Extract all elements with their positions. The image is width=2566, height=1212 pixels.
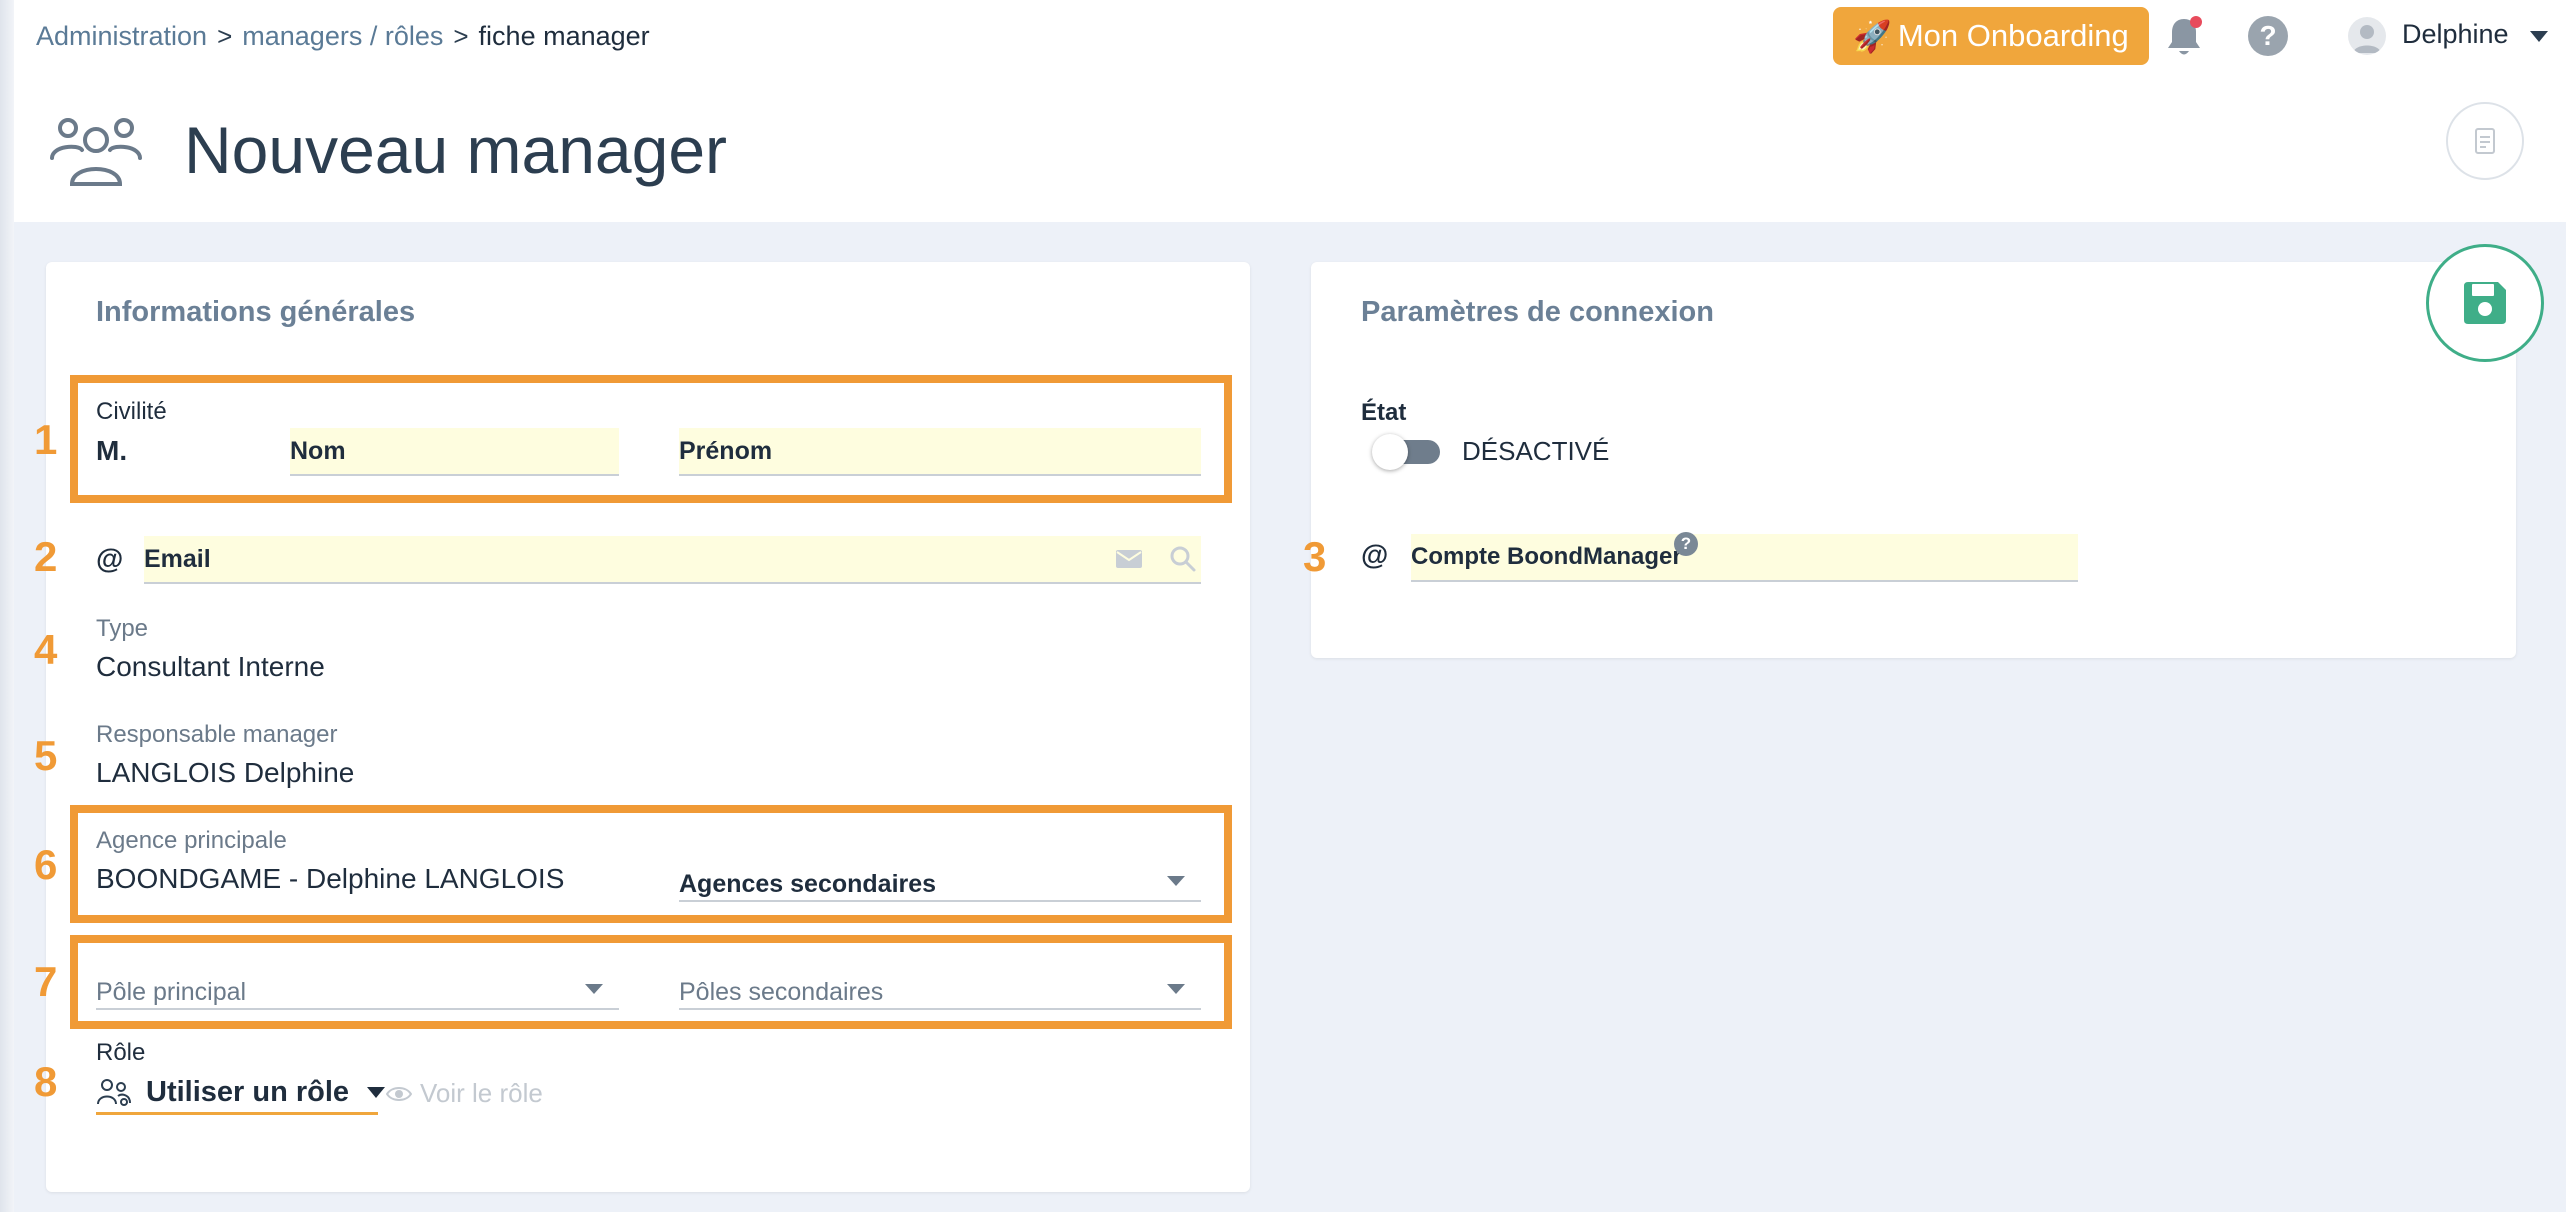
floppy-disk-icon	[2464, 282, 2506, 324]
chevron-down-icon	[1167, 984, 1185, 994]
pole-principal-label: Pôle principal	[96, 977, 247, 1006]
compte-boondmanager-label: Compte BoondManager	[1411, 543, 1682, 570]
responsable-label: Responsable manager	[96, 721, 338, 748]
page-title: Nouveau manager	[184, 113, 728, 187]
user-name[interactable]: Delphine	[2402, 16, 2509, 52]
onboarding-label: Mon Onboarding	[1897, 18, 2129, 53]
poles-secondaires-label: Pôles secondaires	[679, 977, 884, 1006]
civilite-label: Civilité	[96, 398, 167, 425]
compte-help-icon[interactable]: ?	[1674, 532, 1698, 556]
notifications-bell-icon[interactable]	[2163, 14, 2205, 60]
annotation-number: 7	[34, 958, 58, 1005]
annotation-number: 8	[34, 1058, 58, 1105]
voir-role-link[interactable]: Voir le rôle	[386, 1078, 543, 1109]
help-icon[interactable]: ?	[2248, 16, 2288, 56]
agence-label: Agence principale	[96, 827, 287, 854]
corner-action-button[interactable]	[2446, 102, 2524, 180]
poles-secondaires-select[interactable]: Pôles secondaires	[679, 970, 1201, 1010]
breadcrumb-administration[interactable]: Administration	[36, 18, 207, 54]
eye-icon	[386, 1086, 412, 1101]
responsable-value[interactable]: LANGLOIS Delphine	[96, 756, 354, 790]
chevron-down-icon	[1167, 876, 1185, 886]
email-at-icon: @	[96, 543, 124, 574]
prenom-input[interactable]: Prénom	[679, 428, 1201, 476]
nom-input[interactable]: Nom	[290, 428, 619, 476]
onboarding-button[interactable]: 🚀 Mon Onboarding	[1833, 7, 2149, 65]
chevron-down-icon	[585, 984, 603, 994]
prenom-label: Prénom	[679, 436, 773, 465]
etat-value: DÉSACTIVÉ	[1462, 436, 1610, 466]
annotation-number: 3	[1303, 533, 1327, 580]
connection-settings-title: Paramètres de connexion	[1361, 296, 1714, 328]
users-group-icon	[48, 110, 144, 190]
role-select[interactable]: Utiliser un rôle	[96, 1072, 386, 1112]
left-edge	[0, 0, 14, 1212]
email-label: Email	[144, 544, 211, 573]
agences-secondaires-select[interactable]: Agences secondaires	[679, 862, 1201, 902]
general-info-title: Informations générales	[96, 296, 416, 328]
role-value: Utiliser un rôle	[146, 1075, 350, 1108]
annotation-number: 5	[34, 732, 58, 779]
pole-principal-select[interactable]: Pôle principal	[96, 970, 619, 1010]
breadcrumb-separator: >	[217, 21, 233, 51]
search-icon	[1170, 546, 1196, 572]
user-menu-caret-icon[interactable]	[2530, 31, 2548, 42]
annotation-number: 1	[34, 416, 58, 463]
etat-toggle-knob[interactable]	[1372, 434, 1408, 470]
breadcrumb-current: fiche manager	[478, 21, 650, 51]
role-label: Rôle	[96, 1039, 146, 1066]
type-label: Type	[96, 615, 149, 642]
envelope-icon	[1116, 550, 1142, 568]
breadcrumb-separator: >	[453, 21, 469, 51]
compte-at-icon: @	[1361, 539, 1389, 570]
user-avatar[interactable]	[2348, 17, 2386, 55]
breadcrumb: Administration > managers / rôles > fich…	[36, 18, 650, 54]
email-input[interactable]: Email	[144, 536, 1201, 584]
chevron-down-icon	[367, 1086, 386, 1098]
annotation-number: 6	[34, 841, 58, 888]
agences-secondaires-label: Agences secondaires	[679, 869, 937, 898]
role-underline	[96, 1112, 378, 1115]
users-role-icon	[97, 1079, 131, 1106]
nom-label: Nom	[290, 436, 346, 465]
document-icon	[2475, 128, 2495, 154]
annotation-number: 4	[34, 626, 58, 673]
type-value[interactable]: Consultant Interne	[96, 650, 325, 684]
rocket-icon: 🚀	[1853, 18, 1892, 54]
compte-boondmanager-input[interactable]: Compte BoondManager	[1411, 534, 2078, 582]
civilite-select[interactable]: M.	[96, 434, 127, 468]
breadcrumb-managers-roles[interactable]: managers / rôles	[242, 18, 443, 54]
etat-label: État	[1361, 399, 1407, 426]
voir-role-label: Voir le rôle	[420, 1078, 543, 1108]
annotation-number: 2	[34, 533, 58, 580]
agence-value[interactable]: BOONDGAME - Delphine LANGLOIS	[96, 862, 564, 896]
save-button[interactable]	[2426, 244, 2544, 362]
